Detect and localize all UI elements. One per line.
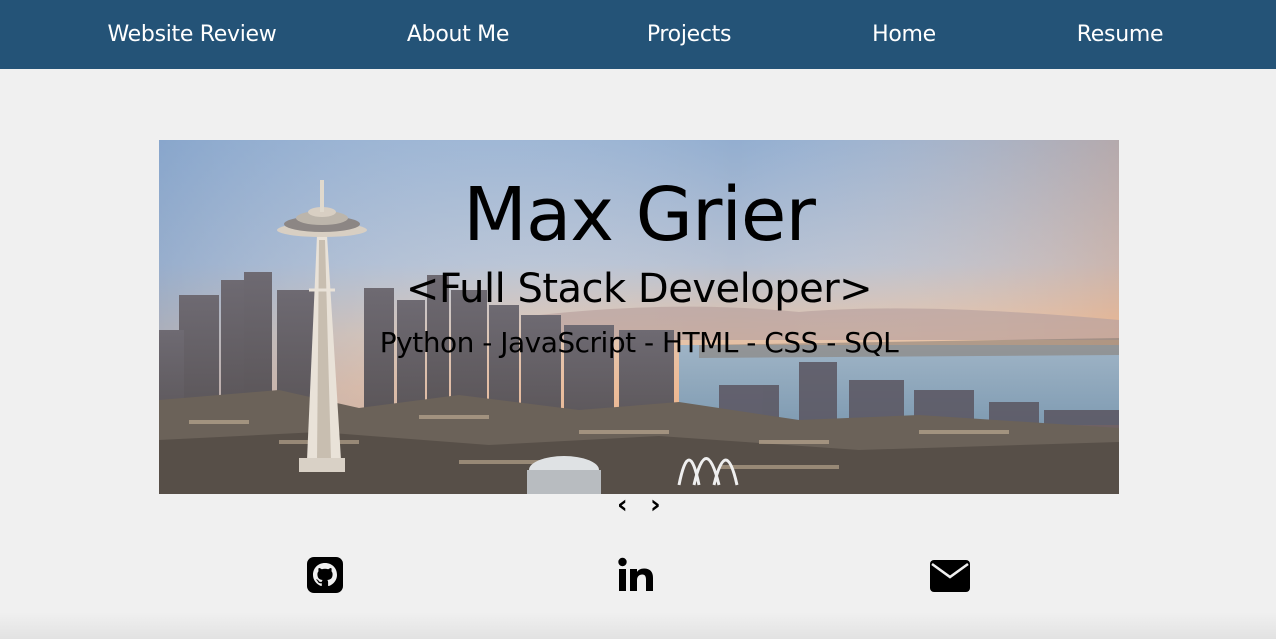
carousel-next-button[interactable]: ›	[650, 490, 661, 520]
linkedin-icon[interactable]	[618, 557, 654, 597]
hero-banner: Max Grier <Full Stack Developer> Python …	[159, 140, 1119, 494]
nav-website-review[interactable]: Website Review	[108, 0, 277, 69]
nav-resume[interactable]: Resume	[1077, 0, 1164, 69]
hero-name: Max Grier	[463, 172, 816, 258]
nav-home[interactable]: Home	[872, 0, 936, 69]
hero-role: <Full Stack Developer>	[405, 266, 873, 312]
footer-shadow	[0, 612, 1276, 639]
hero-skills: Python - JavaScript - HTML - CSS - SQL	[379, 326, 899, 359]
github-icon[interactable]	[307, 557, 343, 597]
nav-about-me[interactable]: About Me	[407, 0, 509, 69]
carousel-prev-button[interactable]: ‹	[617, 490, 628, 520]
nav-projects[interactable]: Projects	[647, 0, 732, 69]
envelope-icon[interactable]	[930, 560, 970, 596]
top-navbar: Website Review About Me Projects Home Re…	[0, 0, 1276, 69]
